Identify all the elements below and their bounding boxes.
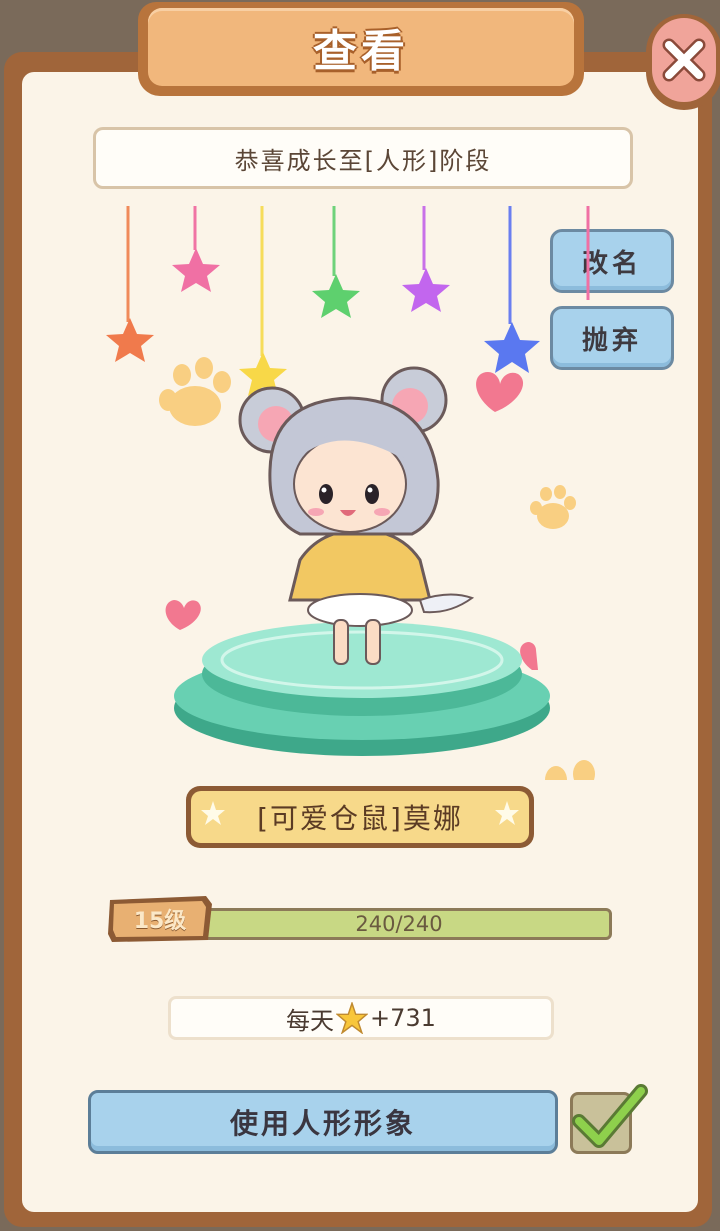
use-human-form-checkbox[interactable]	[570, 1084, 648, 1154]
heart-icon	[520, 642, 538, 670]
pedestal	[174, 622, 550, 756]
star-blue-icon	[484, 322, 540, 373]
heart-icon	[476, 372, 524, 412]
daily-reward-prefix: 每天	[286, 1006, 335, 1035]
dialog-title: 查看	[313, 26, 409, 77]
pet-name: [可爱仓鼠]莫娜	[191, 791, 529, 843]
close-button-face[interactable]	[652, 18, 716, 102]
close-button[interactable]	[646, 14, 720, 110]
star-icon	[495, 801, 519, 825]
daily-reward-value: +731	[370, 1004, 436, 1032]
growth-banner: 恭喜成长至[人形]阶段	[93, 127, 633, 189]
close-icon	[662, 38, 706, 82]
checkmark-icon	[572, 1084, 648, 1148]
star-orange-icon	[106, 318, 154, 362]
star-icon	[336, 1002, 369, 1034]
daily-reward: 每天 +731	[168, 996, 554, 1040]
title-tab: 查看	[138, 2, 584, 96]
heart-icon	[165, 600, 201, 630]
star-purple-icon	[402, 268, 450, 312]
level-badge: 15级	[106, 894, 214, 944]
paw-print-icon	[159, 357, 231, 426]
character-stage	[106, 206, 595, 780]
level-label: 15级	[133, 909, 187, 934]
star-pink-icon	[172, 248, 220, 292]
experience-progress-bar: 240/240	[186, 908, 612, 940]
star-green-icon	[312, 274, 360, 318]
use-human-form-button[interactable]: 使用人形形象	[88, 1090, 558, 1154]
title-inner: 查看	[148, 8, 574, 86]
paw-print-icon	[530, 485, 576, 529]
star-icon	[201, 801, 225, 825]
hamster-girl-character	[238, 366, 475, 665]
pet-name-plate: [可爱仓鼠]莫娜	[186, 786, 534, 848]
paw-print-icon	[545, 760, 595, 780]
